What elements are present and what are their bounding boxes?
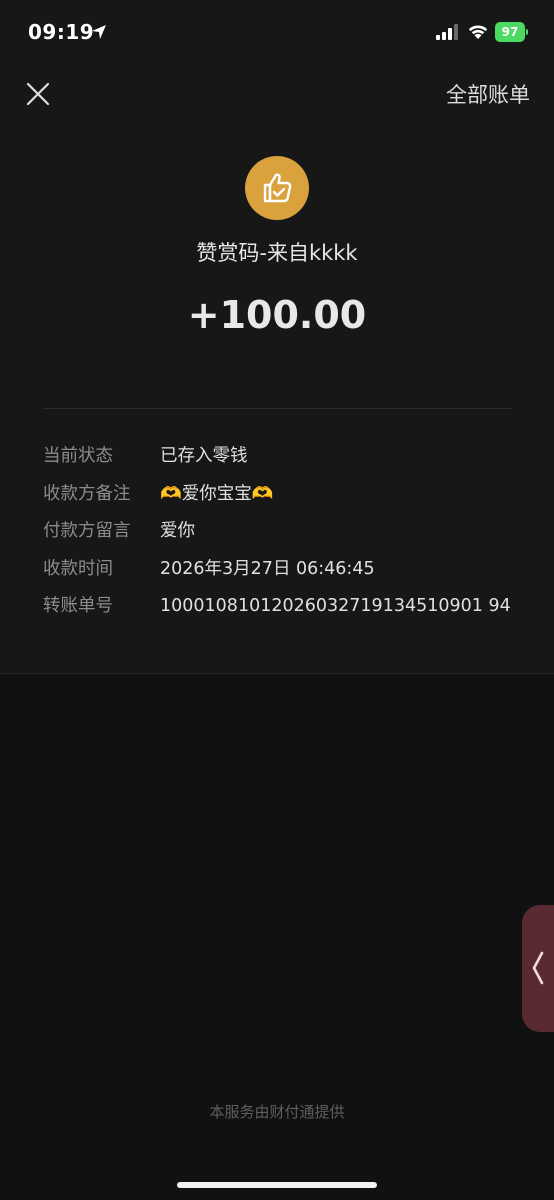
thumbs-up-check-icon (263, 173, 292, 203)
all-bills-link[interactable]: 全部账单 (446, 79, 530, 109)
payee-title: 赞赏码-来自kkkk (196, 241, 358, 265)
detail-value: 🫶爱你宝宝🫶 (160, 483, 274, 504)
detail-label: 付款方留言 (43, 521, 131, 541)
service-provider-note: 本服务由财付通提供 (209, 1103, 345, 1121)
detail-value: 爱你 (160, 521, 195, 541)
home-indicator[interactable] (177, 1182, 377, 1188)
transaction-amount: +100.00 (187, 293, 367, 337)
summary-divider (43, 408, 511, 409)
detail-row-transfer-id: 转账单号 10001081012026032719134510901 94 (43, 588, 534, 626)
wifi-icon (468, 25, 488, 39)
chevron-left-icon (532, 951, 544, 985)
detail-value[interactable]: 10001081012026032719134510901 94 (160, 588, 511, 626)
detail-label: 当前状态 (43, 446, 113, 466)
battery-indicator: 97 (495, 22, 529, 42)
close-icon[interactable] (24, 80, 52, 108)
floating-side-handle[interactable] (522, 905, 554, 1032)
status-time: 09:19 (28, 20, 95, 44)
detail-value: 2026年3月27日 06:46:45 (160, 558, 375, 579)
detail-label: 转账单号 (43, 596, 113, 616)
battery-cap (526, 29, 528, 35)
detail-label: 收款时间 (43, 558, 113, 579)
detail-row-payee-note: 收款方备注 🫶爱你宝宝🫶 (43, 476, 534, 514)
battery-level: 97 (495, 22, 525, 42)
detail-label: 收款方备注 (43, 483, 131, 504)
detail-value: 已存入零钱 (160, 446, 248, 466)
transaction-details: 当前状态 已存入零钱 收款方备注 🫶爱你宝宝🫶 付款方留言 爱你 收款时间 20… (43, 438, 534, 626)
payee-avatar (245, 156, 309, 220)
location-arrow-icon (92, 25, 106, 39)
detail-row-receive-time: 收款时间 2026年3月27日 06:46:45 (43, 551, 534, 589)
section-divider (0, 673, 554, 674)
cellular-signal-icon (436, 24, 458, 40)
detail-row-payer-message: 付款方留言 爱你 (43, 513, 534, 551)
detail-row-status: 当前状态 已存入零钱 (43, 438, 534, 476)
status-bar: 09:19 97 (0, 0, 554, 64)
